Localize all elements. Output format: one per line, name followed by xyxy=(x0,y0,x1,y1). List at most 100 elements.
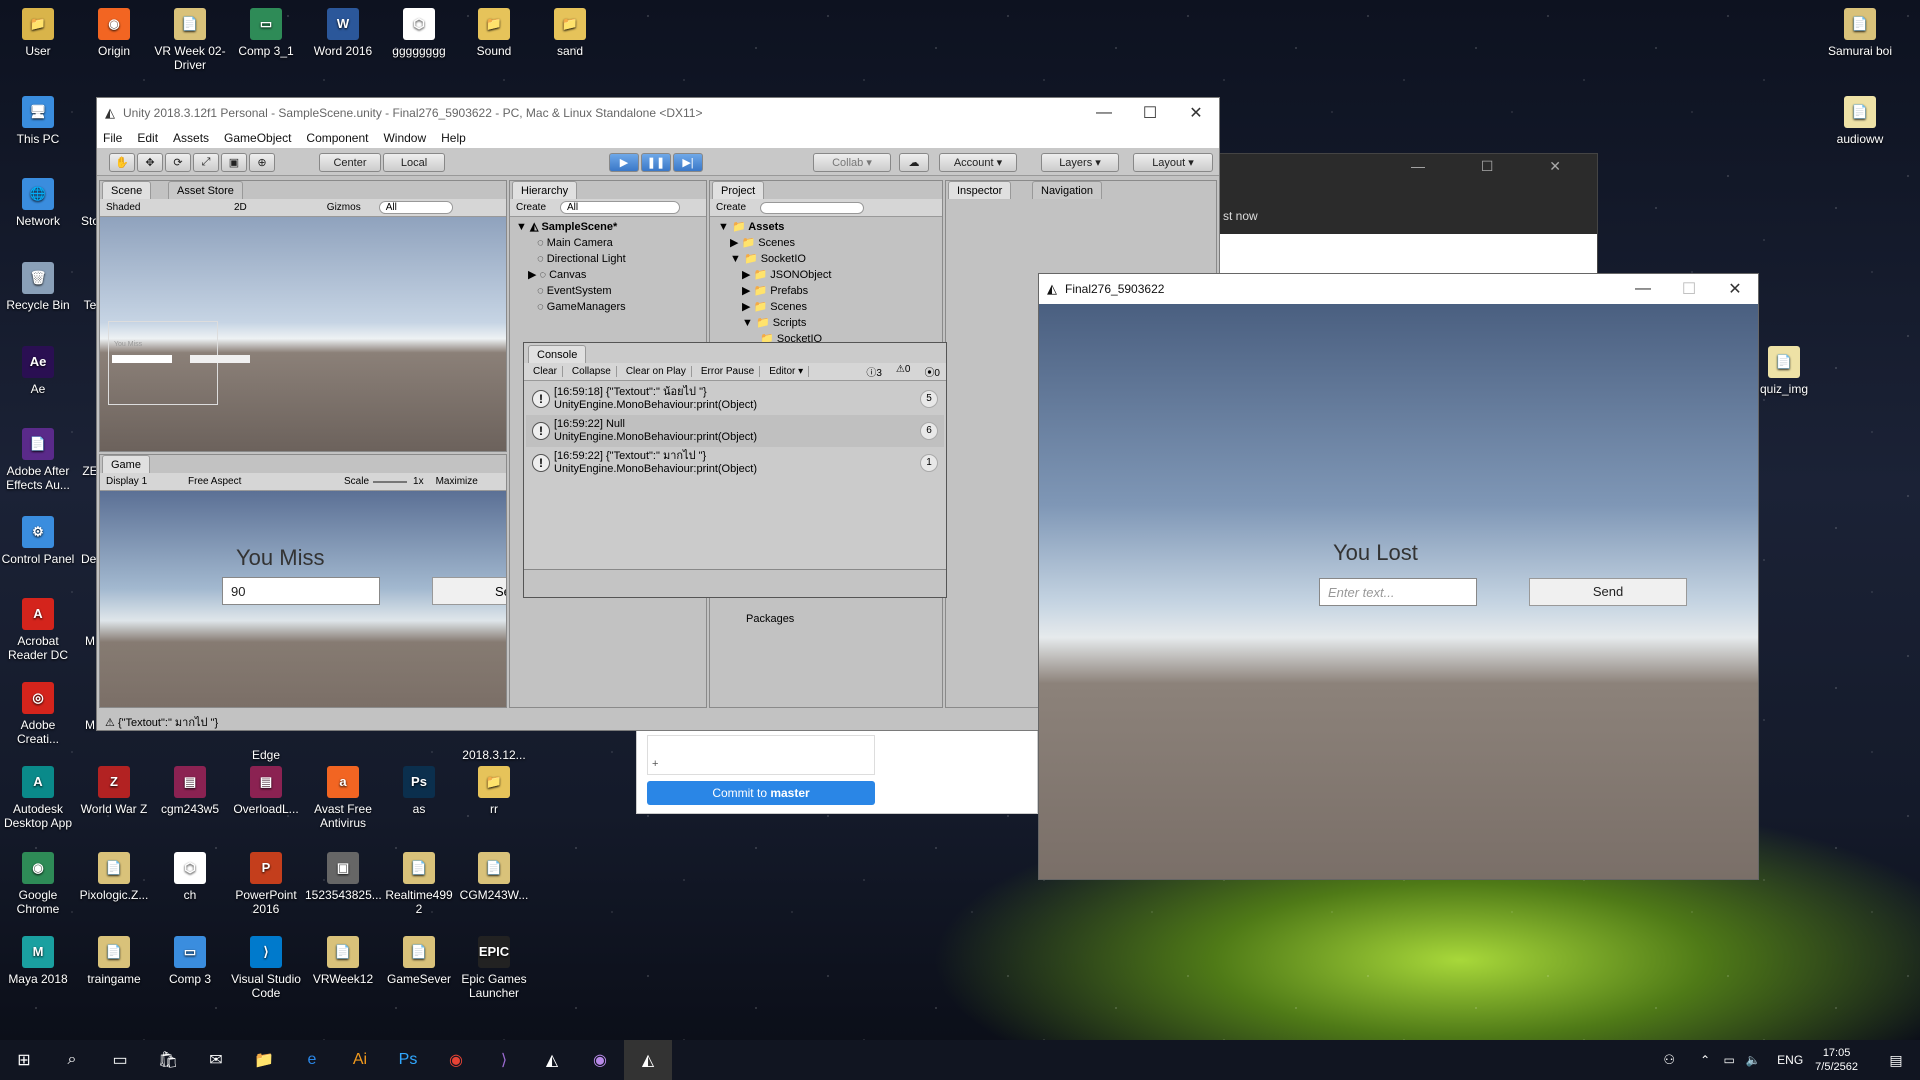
hierarchy-scene-root[interactable]: ▼ ◭ SampleScene* xyxy=(516,219,626,235)
desktop-icon-comp-3-1[interactable]: ▭ Comp 3_1 xyxy=(228,8,304,58)
pivot-local-button[interactable]: Local xyxy=(383,153,445,172)
search-icon[interactable]: ⌕ xyxy=(48,1040,96,1080)
tab-scene[interactable]: Scene xyxy=(102,181,152,199)
hierarchy-item[interactable]: ◌ Main Camera xyxy=(516,235,626,251)
rotate-tool-button[interactable]: ⟳ xyxy=(165,153,191,172)
layout-dropdown[interactable]: Layout ▾ xyxy=(1133,153,1213,172)
desktop-icon-google-chrome[interactable]: ◉ Google Chrome xyxy=(0,852,76,916)
packages-folder[interactable]: Packages xyxy=(746,613,794,625)
project-create-dropdown[interactable]: Create xyxy=(716,202,746,213)
pivot-center-button[interactable]: Center xyxy=(319,153,381,172)
start-button[interactable]: ⊞ xyxy=(0,1040,48,1080)
desktop-icon-maya-2018[interactable]: M Maya 2018 xyxy=(0,936,76,986)
desktop-icon-cgm243w-[interactable]: 📄 CGM243W... xyxy=(456,852,532,902)
desktop-icon-autodesk-desktop-app[interactable]: A Autodesk Desktop App xyxy=(0,766,76,830)
pause-button[interactable]: ❚❚ xyxy=(641,153,671,172)
minimize-button[interactable]: — xyxy=(1620,274,1666,304)
tab-inspector[interactable]: Inspector xyxy=(948,181,1012,199)
desktop-icon-sand[interactable]: 📁 sand xyxy=(532,8,608,58)
player-text-input[interactable]: Enter text... xyxy=(1319,578,1477,606)
desktop-icon-gamesever[interactable]: 📄 GameSever xyxy=(381,936,457,986)
shading-mode-dropdown[interactable]: Shaded xyxy=(106,202,212,213)
hierarchy-item[interactable]: ◌ GameManagers xyxy=(516,299,625,315)
tab-game[interactable]: Game xyxy=(102,455,150,473)
file-explorer-icon[interactable]: 📁 xyxy=(240,1040,288,1080)
desktop-icon-overloadl-[interactable]: ▤ OverloadL... xyxy=(228,766,304,816)
desktop-icon-cgm243w5[interactable]: ▤ cgm243w5 xyxy=(152,766,228,816)
menu-gameobject[interactable]: GameObject xyxy=(224,131,291,145)
illustrator-icon[interactable]: Ai xyxy=(336,1040,384,1080)
menu-component[interactable]: Component xyxy=(306,131,368,145)
desktop-icon-gggggggg[interactable]: ⬡ gggggggg xyxy=(381,8,457,58)
tab-project[interactable]: Project xyxy=(712,181,765,199)
desktop-icon-rr[interactable]: 📁 rr xyxy=(456,766,532,816)
desktop-icon-audioww[interactable]: 📄 audioww xyxy=(1822,96,1898,146)
project-folder[interactable]: ▶ 📁 Scenes xyxy=(718,235,831,251)
project-folder[interactable]: ▶ 📁 Scenes xyxy=(718,299,831,315)
hierarchy-create-dropdown[interactable]: Create xyxy=(516,202,546,213)
desktop-icon-realtime499-2[interactable]: 📄 Realtime499 2 xyxy=(381,852,457,916)
close-button[interactable]: ✕ xyxy=(1712,274,1758,304)
project-folder[interactable]: ▼ 📁 SocketIO xyxy=(718,251,831,267)
app-icon[interactable]: ◉ xyxy=(576,1040,624,1080)
console-log-row[interactable]: ! [16:59:22] {"Textout":" มากไป "} UnityEn… xyxy=(526,447,944,479)
desktop-icon-as[interactable]: Ps as xyxy=(381,766,457,816)
hierarchy-item[interactable]: ◌ Directional Light xyxy=(516,251,625,267)
console-collapse-button[interactable]: Collapse xyxy=(567,366,617,377)
desktop-icon-comp-3[interactable]: ▭ Comp 3 xyxy=(152,936,228,986)
desktop-icon-traingame[interactable]: 📄 traingame xyxy=(76,936,152,986)
console-clear-on-play-button[interactable]: Clear on Play xyxy=(621,366,692,377)
layers-dropdown[interactable]: Layers ▾ xyxy=(1041,153,1119,172)
network-icon[interactable]: ▭ xyxy=(1717,1040,1741,1080)
project-folder[interactable]: ▶ 📁 JSONObject xyxy=(718,267,831,283)
desktop-icon-pixologic-z-[interactable]: 📄 Pixologic.Z... xyxy=(76,852,152,902)
desktop-icon-word-2016[interactable]: W Word 2016 xyxy=(305,8,381,58)
error-count[interactable]: ⦿0 xyxy=(924,364,940,379)
desktop-icon-origin[interactable]: ◉ Origin xyxy=(76,8,152,58)
desktop-icon-ch[interactable]: ⬡ ch xyxy=(152,852,228,902)
close-button[interactable]: ✕ xyxy=(1173,98,1219,128)
gizmos-dropdown[interactable]: Gizmos xyxy=(327,202,361,213)
maximize-on-play-toggle[interactable]: Maximize xyxy=(436,476,478,487)
photoshop-icon[interactable]: Ps xyxy=(384,1040,432,1080)
transform-tool-button[interactable]: ⊕ xyxy=(249,153,275,172)
account-dropdown[interactable]: Account ▾ xyxy=(939,153,1017,172)
menu-assets[interactable]: Assets xyxy=(173,131,209,145)
project-assets-root[interactable]: ▼ 📁 Assets xyxy=(718,219,831,235)
player-game-view[interactable]: You Lost Enter text... Send xyxy=(1039,304,1758,879)
maximize-button[interactable]: ☐ xyxy=(1666,274,1712,304)
notifications-icon[interactable]: ▤ xyxy=(1872,1040,1920,1080)
tab-console[interactable]: Console xyxy=(528,345,587,363)
move-tool-button[interactable]: ✥ xyxy=(137,153,163,172)
hierarchy-item[interactable]: ▶ ◌ Canvas xyxy=(516,267,626,283)
desktop-icon-powerpoint-2016[interactable]: P PowerPoint 2016 xyxy=(228,852,304,916)
desktop-icon-this-pc[interactable]: 🖥 This PC xyxy=(0,96,76,146)
aspect-dropdown[interactable]: Free Aspect xyxy=(188,476,338,487)
scene-search-input[interactable]: All xyxy=(378,201,453,214)
chrome-icon[interactable]: ◉ xyxy=(432,1040,480,1080)
console-editor-button[interactable]: Editor ▾ xyxy=(764,366,810,377)
menu-edit[interactable]: Edit xyxy=(137,131,158,145)
visual-studio-icon[interactable]: ⟩ xyxy=(480,1040,528,1080)
edge-icon[interactable]: e xyxy=(288,1040,336,1080)
step-button[interactable]: ▶| xyxy=(673,153,703,172)
game-send-button[interactable]: Se xyxy=(432,577,506,605)
desktop-icon-user[interactable]: 📁 User xyxy=(0,8,76,58)
project-folder[interactable]: ▼ 📁 Scripts xyxy=(718,315,831,331)
console-clear-button[interactable]: Clear xyxy=(528,366,563,377)
rect-tool-button[interactable]: ▣ xyxy=(221,153,247,172)
menu-window[interactable]: Window xyxy=(383,131,426,145)
project-folder[interactable]: ▶ 📁 Prefabs xyxy=(718,283,831,299)
play-button[interactable]: ▶ xyxy=(609,153,639,172)
hierarchy-search-input[interactable]: All xyxy=(560,201,681,214)
console-log-row[interactable]: ! [16:59:18] {"Textout":" น้อยไป "} UnityE… xyxy=(526,383,944,415)
clock[interactable]: 17:05 7/5/2562 xyxy=(1815,1046,1858,1074)
player-send-button[interactable]: Send xyxy=(1529,578,1687,606)
desktop-icon-1523543825-[interactable]: ▣ 1523543825... xyxy=(305,852,382,902)
tab-asset-store[interactable]: Asset Store xyxy=(168,181,243,199)
coauthor-field[interactable]: + xyxy=(647,735,875,775)
desktop-icon-vr-week-02-driver[interactable]: 📄 VR Week 02-Driver xyxy=(152,8,228,72)
people-icon[interactable]: ⚇ xyxy=(1645,1040,1693,1080)
desktop-icon-world-war-z[interactable]: Z World War Z xyxy=(76,766,152,816)
info-count[interactable]: ⓘ3 xyxy=(866,364,882,379)
